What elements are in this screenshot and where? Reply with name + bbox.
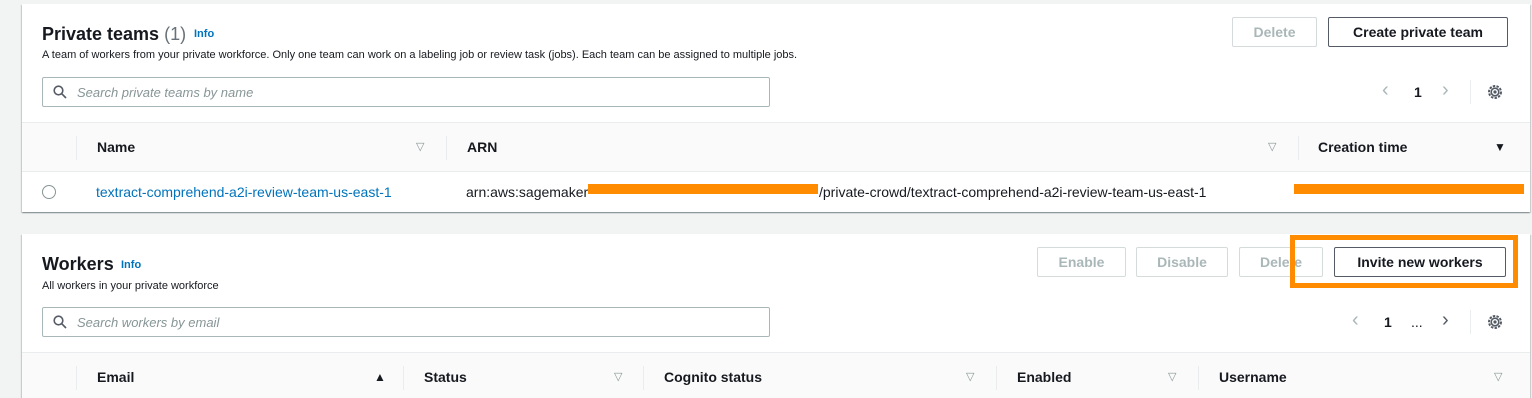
team-arn-prefix: arn:aws:sagemaker (466, 184, 589, 200)
gear-icon[interactable] (1486, 313, 1504, 331)
workers-info-link[interactable]: Info (121, 259, 141, 271)
private-teams-panel: Private teams (1) Info A team of workers… (22, 4, 1530, 212)
column-separator (76, 366, 77, 390)
divider (1470, 310, 1471, 334)
column-header-enabled[interactable]: Enabled (1017, 369, 1071, 385)
column-header-status[interactable]: Status (424, 369, 467, 385)
page-number[interactable]: 1 (1414, 84, 1422, 100)
search-workers-placeholder: Search workers by email (77, 315, 220, 330)
private-teams-info-link[interactable]: Info (194, 28, 214, 40)
sort-icon[interactable]: ▽ (614, 370, 622, 383)
caret-down-icon[interactable]: ▼ (1494, 140, 1506, 154)
sort-icon[interactable]: ▽ (416, 140, 424, 153)
column-header-arn[interactable]: ARN (467, 139, 497, 155)
workers-description: All workers in your private workforce (42, 280, 219, 292)
create-private-team-button[interactable]: Create private team (1328, 17, 1508, 47)
redaction-mark (588, 184, 818, 194)
column-header-creation-time[interactable]: Creation time (1318, 139, 1407, 155)
invite-button-highlight (1290, 235, 1518, 288)
chevron-left-icon[interactable]: ‹ (1352, 309, 1359, 332)
column-separator (996, 366, 997, 390)
sort-icon[interactable]: ▽ (966, 370, 974, 383)
chevron-right-icon[interactable]: › (1442, 309, 1449, 332)
divider (1470, 80, 1471, 104)
column-header-name[interactable]: Name (97, 139, 135, 155)
disable-worker-button[interactable]: Disable (1136, 247, 1228, 277)
search-workers-input[interactable]: Search workers by email (42, 307, 770, 337)
column-header-cognito-status[interactable]: Cognito status (664, 369, 762, 385)
search-private-teams-input[interactable]: Search private teams by name (42, 77, 770, 107)
team-arn-suffix: /private-crowd/textract-comprehend-a2i-r… (819, 184, 1207, 200)
search-private-teams-placeholder: Search private teams by name (77, 85, 254, 100)
search-icon (53, 315, 67, 329)
search-icon (53, 85, 67, 99)
column-separator (446, 136, 447, 160)
workers-title: Workers (42, 254, 114, 274)
private-teams-heading: Private teams (1) (42, 24, 186, 45)
caret-up-icon[interactable]: ▲ (374, 370, 386, 384)
column-separator (643, 366, 644, 390)
row-select-radio[interactable] (42, 185, 56, 199)
column-header-email[interactable]: Email (97, 369, 134, 385)
enable-worker-button[interactable]: Enable (1037, 247, 1126, 277)
private-teams-count: (1) (164, 24, 187, 44)
private-teams-description: A team of workers from your private work… (42, 49, 798, 61)
chevron-left-icon[interactable]: ‹ (1382, 79, 1389, 102)
page-number[interactable]: 1 (1384, 314, 1392, 330)
column-header-username[interactable]: Username (1219, 369, 1287, 385)
table-row: textract-comprehend-a2i-review-team-us-e… (22, 172, 1530, 212)
redaction-mark (1294, 184, 1524, 194)
pagination-ellipsis: ... (1411, 314, 1423, 330)
sort-icon[interactable]: ▽ (1268, 140, 1276, 153)
column-separator (76, 136, 77, 160)
column-separator (1198, 366, 1199, 390)
team-name-link[interactable]: textract-comprehend-a2i-review-team-us-e… (96, 184, 392, 200)
chevron-right-icon[interactable]: › (1442, 79, 1449, 102)
gear-icon[interactable] (1486, 83, 1504, 101)
column-separator (1298, 136, 1299, 160)
workers-table-header: Email ▲ Status ▽ Cognito status ▽ Enable… (22, 352, 1530, 398)
private-teams-title: Private teams (42, 24, 160, 44)
delete-team-button[interactable]: Delete (1232, 17, 1317, 47)
sort-icon[interactable]: ▽ (1168, 370, 1176, 383)
sort-icon[interactable]: ▽ (1494, 370, 1502, 383)
column-separator (403, 366, 404, 390)
teams-table-header: Name ▽ ARN ▽ Creation time ▼ (22, 122, 1530, 172)
